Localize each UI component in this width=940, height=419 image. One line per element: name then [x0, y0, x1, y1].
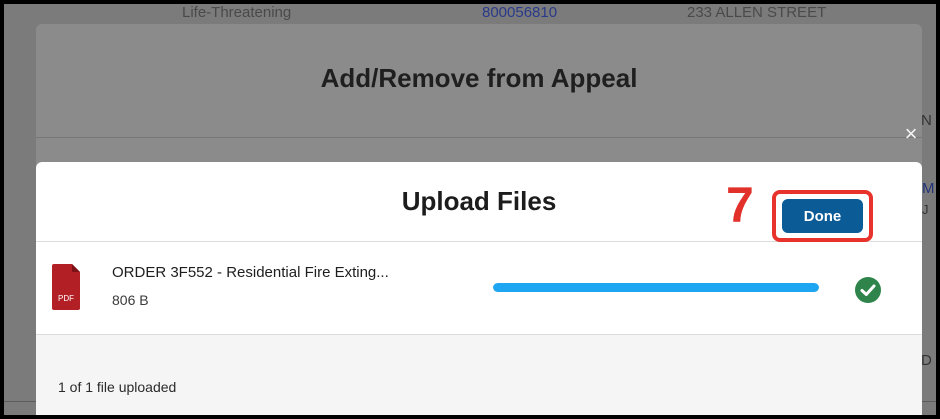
- background-fragment: N: [921, 112, 932, 129]
- upload-progress-fill: [493, 283, 819, 292]
- done-button[interactable]: Done: [782, 199, 863, 233]
- step-annotation-number: 7: [726, 177, 754, 233]
- pdf-icon-label: PDF: [58, 294, 74, 303]
- check-circle-icon: [855, 277, 881, 303]
- background-fragment: J: [922, 202, 929, 217]
- screenshot-frame: Life-Threatening 800056810 233 ALLEN STR…: [4, 4, 936, 415]
- upload-modal-footer: 1 of 1 file uploaded: [36, 335, 922, 415]
- priority-cell: Life-Threatening: [182, 4, 292, 21]
- upload-status-text: 1 of 1 file uploaded: [58, 379, 177, 395]
- close-icon[interactable]: ×: [901, 123, 921, 145]
- background-fragment: M: [922, 180, 935, 197]
- uploaded-file-row: PDF ORDER 3F552 - Residential Fire Extin…: [36, 242, 922, 335]
- done-button-highlight: Done: [772, 190, 873, 242]
- upload-progress-bar: [493, 283, 819, 292]
- modal-header: Add/Remove from Appeal: [36, 24, 922, 138]
- file-size: 806 B: [112, 292, 149, 308]
- pdf-icon: PDF: [52, 264, 80, 310]
- record-id-link[interactable]: 800056810: [482, 4, 557, 21]
- modal-title: Add/Remove from Appeal: [320, 63, 638, 93]
- background-fragment: D: [921, 352, 932, 369]
- file-name: ORDER 3F552 - Residential Fire Exting...: [112, 264, 389, 281]
- background-table-row: Life-Threatening 800056810 233 ALLEN STR…: [4, 4, 936, 24]
- address-cell: 233 ALLEN STREET: [687, 4, 827, 21]
- upload-modal-title: Upload Files: [401, 186, 557, 216]
